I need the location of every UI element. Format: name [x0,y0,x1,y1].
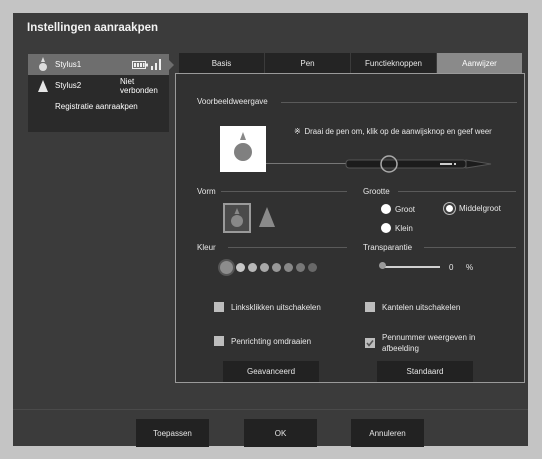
divider [228,247,347,248]
checkbox-pen-number[interactable]: Pennummer weergeven in afbeelding [365,332,492,354]
slider-thumb[interactable] [379,262,386,269]
settings-window: Instellingen aanraakpen Stylus1 Stylus2 … [13,13,528,447]
checkbox-label: Pennummer weergeven in afbeelding [382,333,476,353]
tab-pen[interactable]: Pen [265,53,350,73]
radio-label: Klein [395,223,413,233]
ok-button[interactable]: OK [244,419,317,447]
color-swatch[interactable] [220,261,233,274]
checkbox-checked-icon [365,338,375,348]
footer-divider [13,409,528,410]
sidebar-item-stylus2[interactable]: Stylus2 Niet verbonden [28,75,169,96]
color-swatch[interactable] [284,263,293,272]
color-swatch[interactable] [248,263,257,272]
size-heading: Grootte [363,187,390,196]
divider [398,191,516,192]
checkbox-icon [214,336,224,346]
window-title: Instellingen aanraakpen [27,22,159,34]
triangle-pointer-icon [259,207,275,227]
divider [281,102,517,103]
checkbox-label: Kantelen uitschakelen [382,302,461,312]
checkbox-icon [214,302,224,312]
radio-icon [381,204,391,214]
color-swatch[interactable] [260,263,269,272]
transparency-value: 0 [449,263,454,272]
apply-button[interactable]: Toepassen [136,419,209,447]
divider [221,191,347,192]
radio-label: Groot [395,204,416,214]
settings-panel: Voorbeeldweergave ※ Draai de pen om, kli… [175,73,525,383]
size-option-small[interactable]: Klein [381,223,413,233]
radio-label: Middelgroot [459,204,501,213]
pen-illustration-icon [336,153,496,177]
default-button[interactable]: Standaard [377,361,473,382]
shape-option-circle[interactable] [223,203,251,233]
sidebar-item-label: Registratie aanraakpen [55,102,138,111]
tab-function-buttons[interactable]: Functieknoppen [351,53,436,73]
stylus-icon [38,57,48,74]
shape-option-triangle[interactable] [259,207,275,229]
color-swatch[interactable] [296,263,305,272]
preview-line [266,163,346,164]
circle-pointer-icon [231,208,243,227]
checkbox-label: Linksklikken uitschakelen [231,302,321,312]
checkbox-left-click[interactable]: Linksklikken uitschakelen [214,302,321,312]
checkbox-reverse[interactable]: Penrichting omdraaien [214,336,311,346]
preview-hint: Draai de pen om, klik op de aanwijsknop … [304,127,492,136]
divider [424,247,516,248]
preview-hint-row: ※ Draai de pen om, klik op de aanwijskno… [294,127,492,136]
sidebar-item-register-pen[interactable]: Registratie aanraakpen [28,96,169,117]
sidebar-item-stylus1[interactable]: Stylus1 [28,54,169,75]
advanced-button[interactable]: Geavanceerd [223,361,319,382]
color-swatch[interactable] [272,263,281,272]
pen-list: Stylus1 Stylus2 Niet verbonden Registrat… [28,54,174,132]
shape-heading: Vorm [197,187,216,196]
cancel-button[interactable]: Annuleren [351,419,424,447]
tab-bar: Basis Pen Functieknoppen Aanwijzer [179,53,523,73]
transparency-slider[interactable] [383,266,440,268]
tab-basis[interactable]: Basis [179,53,264,73]
sidebar-item-label: Stylus2 [55,81,82,90]
preview-heading: Voorbeeldweergave [197,97,268,106]
checkbox-icon [365,302,375,312]
transparency-unit: % [466,263,474,272]
radio-selected-icon [444,203,455,214]
stylus-triangle-icon [38,80,48,94]
color-swatch[interactable] [236,263,245,272]
color-heading: Kleur [197,243,216,252]
asterisk-icon: ※ [294,127,301,136]
pointer-preview-icon [234,132,252,161]
size-option-large[interactable]: Groot [381,204,415,214]
size-option-medium[interactable]: Middelgroot [444,203,501,214]
radio-icon [381,223,391,233]
connection-status: Niet verbonden [120,76,158,95]
battery-icon [132,61,148,71]
checkbox-tilt[interactable]: Kantelen uitschakelen [365,302,460,312]
preview-box [220,126,266,172]
selection-pointer [169,60,174,70]
sidebar-item-label: Stylus1 [55,60,82,69]
color-swatches [220,261,320,274]
transparency-heading: Transparantie [363,243,413,252]
signal-icon [151,57,163,72]
color-swatch[interactable] [308,263,317,272]
tab-pointer[interactable]: Aanwijzer [437,53,522,73]
checkbox-label: Penrichting omdraaien [231,336,312,346]
